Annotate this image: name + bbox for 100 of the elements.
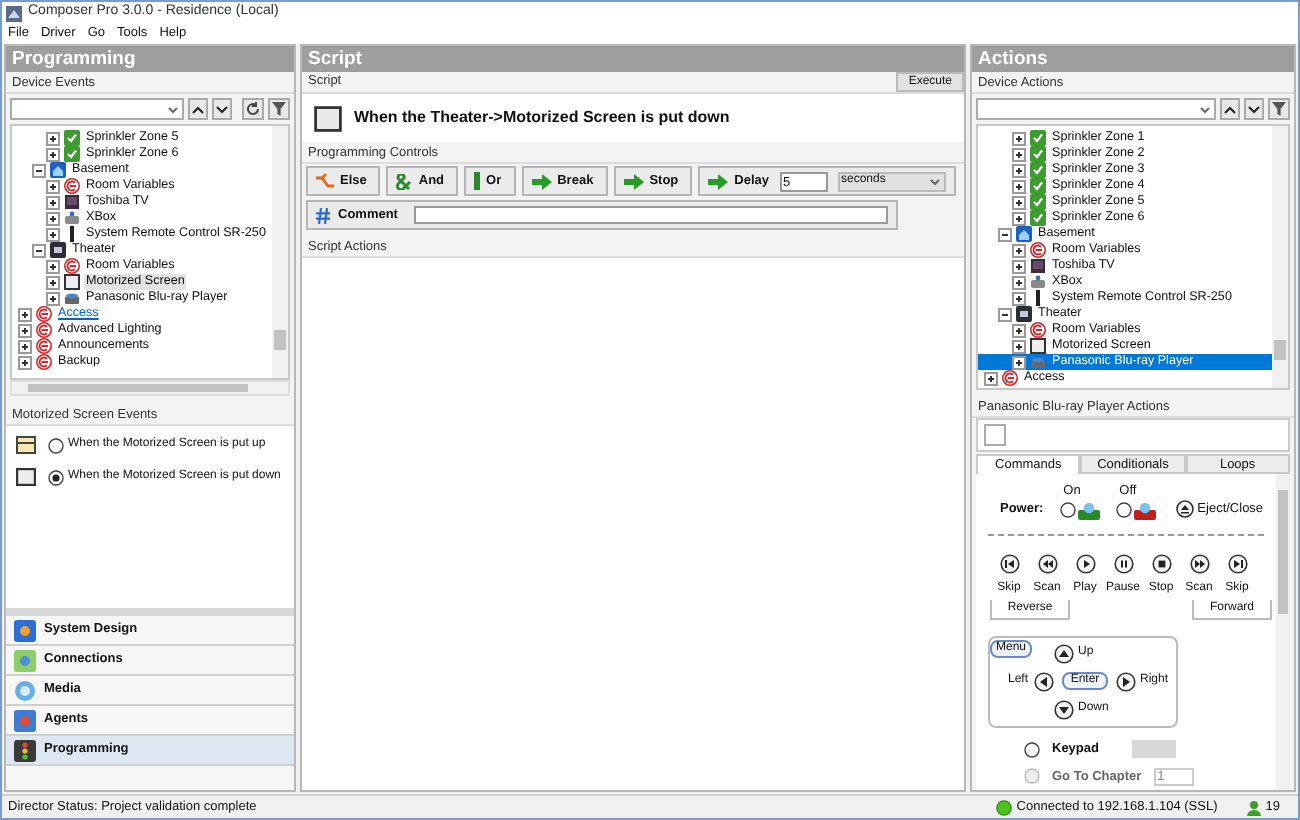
expand-icon[interactable] <box>1012 147 1026 161</box>
transport-button[interactable] <box>1037 553 1057 574</box>
expand-icon[interactable] <box>18 339 32 353</box>
radio-button[interactable] <box>1115 502 1132 519</box>
room-icon <box>1016 226 1032 242</box>
radio-button[interactable] <box>1024 741 1040 758</box>
transport-button[interactable] <box>1075 553 1095 574</box>
expand-icon[interactable] <box>1012 275 1026 289</box>
expand-icon[interactable] <box>46 227 60 241</box>
expand-icon[interactable] <box>1012 339 1026 353</box>
arrow-right-icon <box>531 173 552 189</box>
room-icon <box>1016 306 1032 322</box>
expand-icon[interactable] <box>984 371 998 385</box>
design-icon <box>14 619 36 641</box>
chevron-up-icon <box>1224 105 1236 113</box>
agents-icon <box>14 709 36 731</box>
right-button[interactable] <box>1116 671 1136 692</box>
ampersand-icon <box>396 173 413 189</box>
expand-icon[interactable] <box>46 147 60 161</box>
screen-icon <box>64 274 80 290</box>
app-icon <box>6 5 22 21</box>
tv-icon <box>1030 258 1046 274</box>
collapse-icon[interactable] <box>998 307 1012 321</box>
chevron-down-icon <box>1200 105 1210 113</box>
collapse-icon[interactable] <box>32 163 46 177</box>
scrollbar[interactable] <box>1272 126 1288 388</box>
chevron-down-icon <box>1248 105 1260 113</box>
player-icon <box>1030 354 1046 370</box>
agent-icon <box>1030 322 1046 338</box>
remote-icon <box>64 226 80 242</box>
agent-icon <box>64 258 80 274</box>
console-icon <box>64 210 80 226</box>
bar-icon <box>474 172 481 190</box>
expand-icon[interactable] <box>46 195 60 209</box>
screen-icon <box>314 105 342 131</box>
expand-icon[interactable] <box>1012 243 1026 257</box>
player-icon <box>64 290 80 306</box>
expand-icon[interactable] <box>1012 163 1026 177</box>
programming-icon <box>14 739 36 761</box>
expand-icon[interactable] <box>46 275 60 289</box>
chevron-down-icon <box>216 105 228 113</box>
comment-field[interactable] <box>413 206 888 224</box>
collapse-icon[interactable] <box>998 227 1012 241</box>
expand-icon[interactable] <box>1012 195 1026 209</box>
radio-button[interactable] <box>1059 502 1076 519</box>
up-button[interactable] <box>1220 98 1240 120</box>
expand-icon[interactable] <box>46 259 60 273</box>
refresh-icon <box>246 102 260 116</box>
radio-button[interactable] <box>48 437 64 453</box>
eject-icon <box>1175 500 1194 519</box>
horizontal-scrollbar[interactable] <box>10 380 290 396</box>
expand-icon[interactable] <box>18 323 32 337</box>
connections-icon <box>14 649 36 671</box>
arrow-right-icon <box>708 173 729 189</box>
scrollbar[interactable] <box>1276 474 1290 790</box>
collapse-icon[interactable] <box>32 243 46 257</box>
expand-icon[interactable] <box>1012 259 1026 273</box>
chevron-down-icon <box>168 105 178 113</box>
expand-icon[interactable] <box>1012 211 1026 225</box>
remote-icon <box>1030 290 1046 306</box>
down-button[interactable] <box>1244 98 1264 120</box>
chevron-up-icon <box>192 105 204 113</box>
scrollbar[interactable] <box>272 126 288 378</box>
panel-title: Actions <box>972 46 1294 72</box>
expand-icon[interactable] <box>46 179 60 193</box>
expand-icon[interactable] <box>46 131 60 145</box>
expand-icon[interactable] <box>46 291 60 305</box>
branch-icon <box>316 173 334 189</box>
expand-icon[interactable] <box>1012 355 1026 369</box>
transport-button[interactable] <box>1227 553 1247 574</box>
hash-icon <box>316 207 330 223</box>
chevron-down-icon <box>929 177 939 185</box>
transport-button[interactable] <box>1189 553 1209 574</box>
up-button[interactable] <box>188 98 208 120</box>
up-button[interactable] <box>1054 643 1074 664</box>
radio-button[interactable] <box>48 469 64 485</box>
filter-button[interactable] <box>268 98 290 120</box>
down-button[interactable] <box>212 98 232 120</box>
filter-icon <box>1272 102 1286 116</box>
screen-up-icon <box>16 436 36 454</box>
expand-icon[interactable] <box>46 211 60 225</box>
transport-button[interactable] <box>1151 553 1171 574</box>
expand-icon[interactable] <box>18 307 32 321</box>
panel-title: Programming <box>6 46 294 72</box>
filter-button[interactable] <box>1268 98 1290 120</box>
expand-icon[interactable] <box>1012 179 1026 193</box>
down-button[interactable] <box>1054 699 1074 720</box>
expand-icon[interactable] <box>1012 291 1026 305</box>
expand-icon[interactable] <box>1012 131 1026 145</box>
transport-button[interactable] <box>1113 553 1133 574</box>
icon-frame <box>984 424 1006 446</box>
arrow-right-icon <box>623 173 644 189</box>
expand-icon[interactable] <box>1012 323 1026 337</box>
left-button[interactable] <box>1034 671 1054 692</box>
event-title: When the Theater->Motorized Screen is put down <box>354 106 730 130</box>
expand-icon[interactable] <box>18 355 32 369</box>
refresh-button[interactable] <box>242 98 264 120</box>
device-icon <box>1077 501 1100 520</box>
transport-button[interactable] <box>999 553 1019 574</box>
screen-icon <box>1030 338 1046 354</box>
